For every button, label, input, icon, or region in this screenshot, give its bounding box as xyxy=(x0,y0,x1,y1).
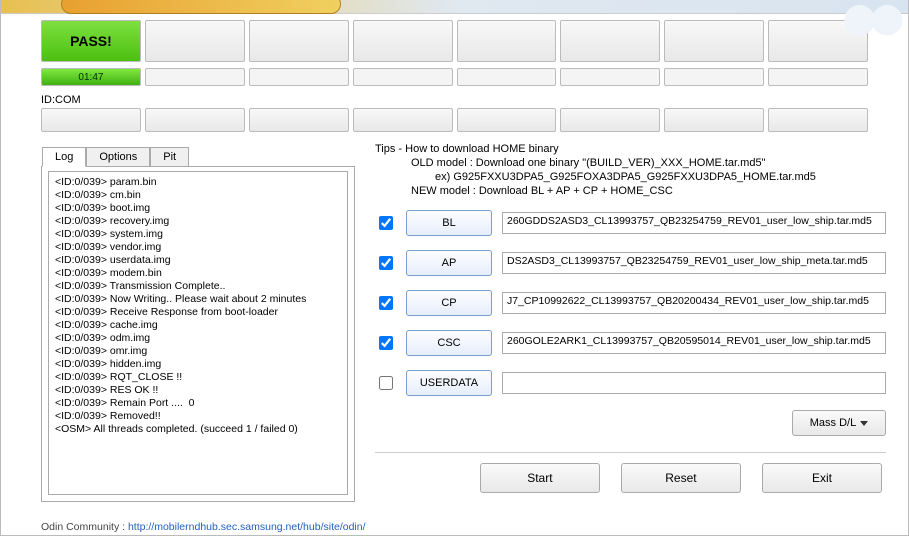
footer: Odin Community : http://mobilerndhub.sec… xyxy=(41,521,868,533)
status-cell-4 xyxy=(353,20,453,62)
idcom-cell-3[interactable] xyxy=(249,108,349,132)
tips-title: Tips - How to download HOME binary xyxy=(375,142,886,156)
bl-checkbox[interactable] xyxy=(379,216,393,230)
idcom-cell-2[interactable] xyxy=(145,108,245,132)
progress-cell-7 xyxy=(664,68,764,86)
tab-options[interactable]: Options xyxy=(86,147,150,166)
status-cell-pass: PASS! xyxy=(41,20,141,62)
status-row: PASS! xyxy=(41,20,868,62)
status-cell-6 xyxy=(560,20,660,62)
file-row-userdata: USERDATA xyxy=(375,370,886,396)
footer-link[interactable]: http://mobilerndhub.sec.samsung.net/hub/… xyxy=(128,521,366,533)
file-row-ap: AP DS2ASD3_CL13993757_QB23254759_REV01_u… xyxy=(375,250,886,276)
userdata-button[interactable]: USERDATA xyxy=(406,370,492,396)
progress-cell-6 xyxy=(560,68,660,86)
idcom-cell-8[interactable] xyxy=(768,108,868,132)
csc-path[interactable]: 260GOLE2ARK1_CL13993757_QB20595014_REV01… xyxy=(502,332,886,354)
file-row-cp: CP J7_CP10992622_CL13993757_QB20200434_R… xyxy=(375,290,886,316)
logo-pill xyxy=(61,0,341,14)
mass-dl-button[interactable]: Mass D/L xyxy=(792,410,886,436)
idcom-cell-1[interactable] xyxy=(41,108,141,132)
progress-time: 01:47 xyxy=(42,69,140,87)
tips-old: OLD model : Download one binary "(BUILD_… xyxy=(375,156,886,170)
tips-block: Tips - How to download HOME binary OLD m… xyxy=(375,142,886,198)
bl-path[interactable]: 260GDDS2ASD3_CL13993757_QB23254759_REV01… xyxy=(502,212,886,234)
exit-button[interactable]: Exit xyxy=(762,463,882,493)
file-row-csc: CSC 260GOLE2ARK1_CL13993757_QB20595014_R… xyxy=(375,330,886,356)
csc-checkbox[interactable] xyxy=(379,336,393,350)
ap-checkbox[interactable] xyxy=(379,256,393,270)
bl-button[interactable]: BL xyxy=(406,210,492,236)
idcom-cell-6[interactable] xyxy=(560,108,660,132)
map-art: ⬤⬤ xyxy=(843,1,898,36)
cp-button[interactable]: CP xyxy=(406,290,492,316)
log-textarea[interactable]: <ID:0/039> param.bin <ID:0/039> cm.bin <… xyxy=(48,171,348,495)
tips-new: NEW model : Download BL + AP + CP + HOME… xyxy=(375,184,886,198)
progress-row: 01:47 xyxy=(41,68,868,86)
footer-prefix: Odin Community : xyxy=(41,521,128,533)
progress-cell-5 xyxy=(457,68,557,86)
cp-path[interactable]: J7_CP10992622_CL13993757_QB20200434_REV0… xyxy=(502,292,886,314)
csc-button[interactable]: CSC xyxy=(406,330,492,356)
userdata-checkbox[interactable] xyxy=(379,376,393,390)
idcom-cell-7[interactable] xyxy=(664,108,764,132)
tab-log[interactable]: Log xyxy=(42,147,86,167)
status-cell-7 xyxy=(664,20,764,62)
status-cell-5 xyxy=(457,20,557,62)
idcom-cell-5[interactable] xyxy=(457,108,557,132)
start-button[interactable]: Start xyxy=(480,463,600,493)
progress-cell-2 xyxy=(145,68,245,86)
idcom-cell-4[interactable] xyxy=(353,108,453,132)
idcom-label: ID:COM xyxy=(1,90,908,108)
cp-checkbox[interactable] xyxy=(379,296,393,310)
progress-cell-3 xyxy=(249,68,349,86)
progress-cell-8 xyxy=(768,68,868,86)
ap-path[interactable]: DS2ASD3_CL13993757_QB23254759_REV01_user… xyxy=(502,252,886,274)
chevron-down-icon xyxy=(860,421,868,426)
userdata-path[interactable] xyxy=(502,372,886,394)
file-row-bl: BL 260GDDS2ASD3_CL13993757_QB23254759_RE… xyxy=(375,210,886,236)
status-cell-3 xyxy=(249,20,349,62)
ap-button[interactable]: AP xyxy=(406,250,492,276)
progress-cell-1: 01:47 xyxy=(41,68,141,86)
header-banner: ⬤⬤ xyxy=(1,0,908,14)
tab-host: Log Options Pit <ID:0/039> param.bin <ID… xyxy=(41,166,355,502)
tips-ex: ex) G925FXXU3DPA5_G925FOXA3DPA5_G925FXXU… xyxy=(375,170,886,184)
progress-cell-4 xyxy=(353,68,453,86)
status-cell-2 xyxy=(145,20,245,62)
tab-pit[interactable]: Pit xyxy=(150,147,189,166)
divider xyxy=(375,452,886,453)
reset-button[interactable]: Reset xyxy=(621,463,741,493)
idcom-row xyxy=(1,108,908,140)
